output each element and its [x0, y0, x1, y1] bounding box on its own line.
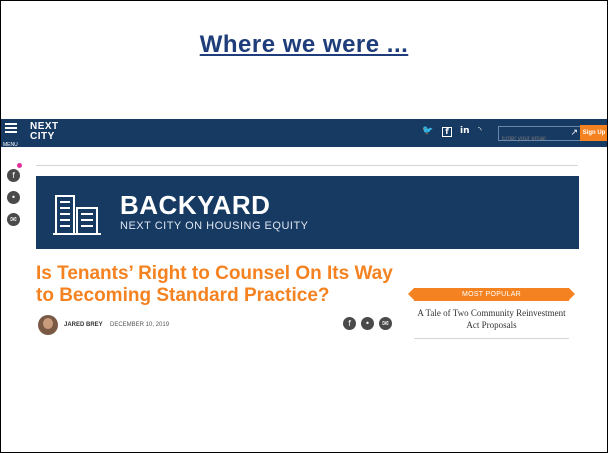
most-popular-label: MOST POPULAR [408, 288, 575, 301]
share-facebook-icon[interactable]: f [343, 317, 356, 330]
most-popular-item[interactable]: A Tale of Two Community Reinvestment Act… [414, 307, 569, 331]
article-date: DECEMBER 10, 2019 [110, 322, 170, 328]
avatar-face [43, 318, 53, 329]
hamburger-icon [5, 123, 17, 125]
send-arrow-icon[interactable]: ↗ [570, 127, 578, 138]
hamburger-icon-line [5, 127, 17, 129]
twitter-icon[interactable]: 🐦 [422, 126, 433, 136]
share-email-icon[interactable]: ✉ [379, 317, 392, 330]
side-facebook-icon[interactable]: f [7, 169, 20, 182]
backyard-banner: BACKYARD NEXT CITY ON HOUSING EQUITY [36, 176, 579, 249]
author-name[interactable]: JARED BREY [64, 322, 103, 328]
rss-icon[interactable]: ◝ [478, 126, 482, 136]
menu-label: MENU [3, 142, 18, 148]
slide: Where we were ... NEXT CITY 🐦 f in ◝ ↗ S… [0, 0, 608, 453]
hamburger-icon-line [5, 131, 17, 133]
side-email-icon[interactable]: ✉ [7, 213, 20, 226]
site-logo[interactable]: NEXT CITY [30, 122, 59, 142]
signup-button[interactable]: Sign Up [580, 125, 607, 141]
slide-title: Where we were ... [199, 31, 409, 58]
author-avatar[interactable] [38, 315, 58, 335]
divider [36, 165, 578, 166]
most-popular-divider [414, 338, 569, 339]
top-nav-bar: NEXT CITY 🐦 f in ◝ ↗ Sign Up [1, 119, 607, 147]
notification-dot [17, 163, 22, 168]
facebook-icon[interactable]: f [442, 127, 452, 137]
email-field[interactable]: ↗ [498, 126, 582, 145]
logo-line-2: CITY [30, 131, 55, 142]
linkedin-icon[interactable]: in [460, 126, 470, 136]
menu-button[interactable] [5, 123, 19, 143]
share-twitter-icon[interactable]: • [361, 317, 374, 330]
banner-title: BACKYARD [120, 190, 271, 220]
banner-subtitle: NEXT CITY ON HOUSING EQUITY [120, 220, 309, 232]
article-headline[interactable]: Is Tenants’ Right to Counsel On Its Way … [36, 263, 396, 307]
email-input[interactable] [499, 133, 562, 145]
buildings-icon [53, 195, 101, 235]
side-twitter-icon[interactable]: • [7, 191, 20, 204]
